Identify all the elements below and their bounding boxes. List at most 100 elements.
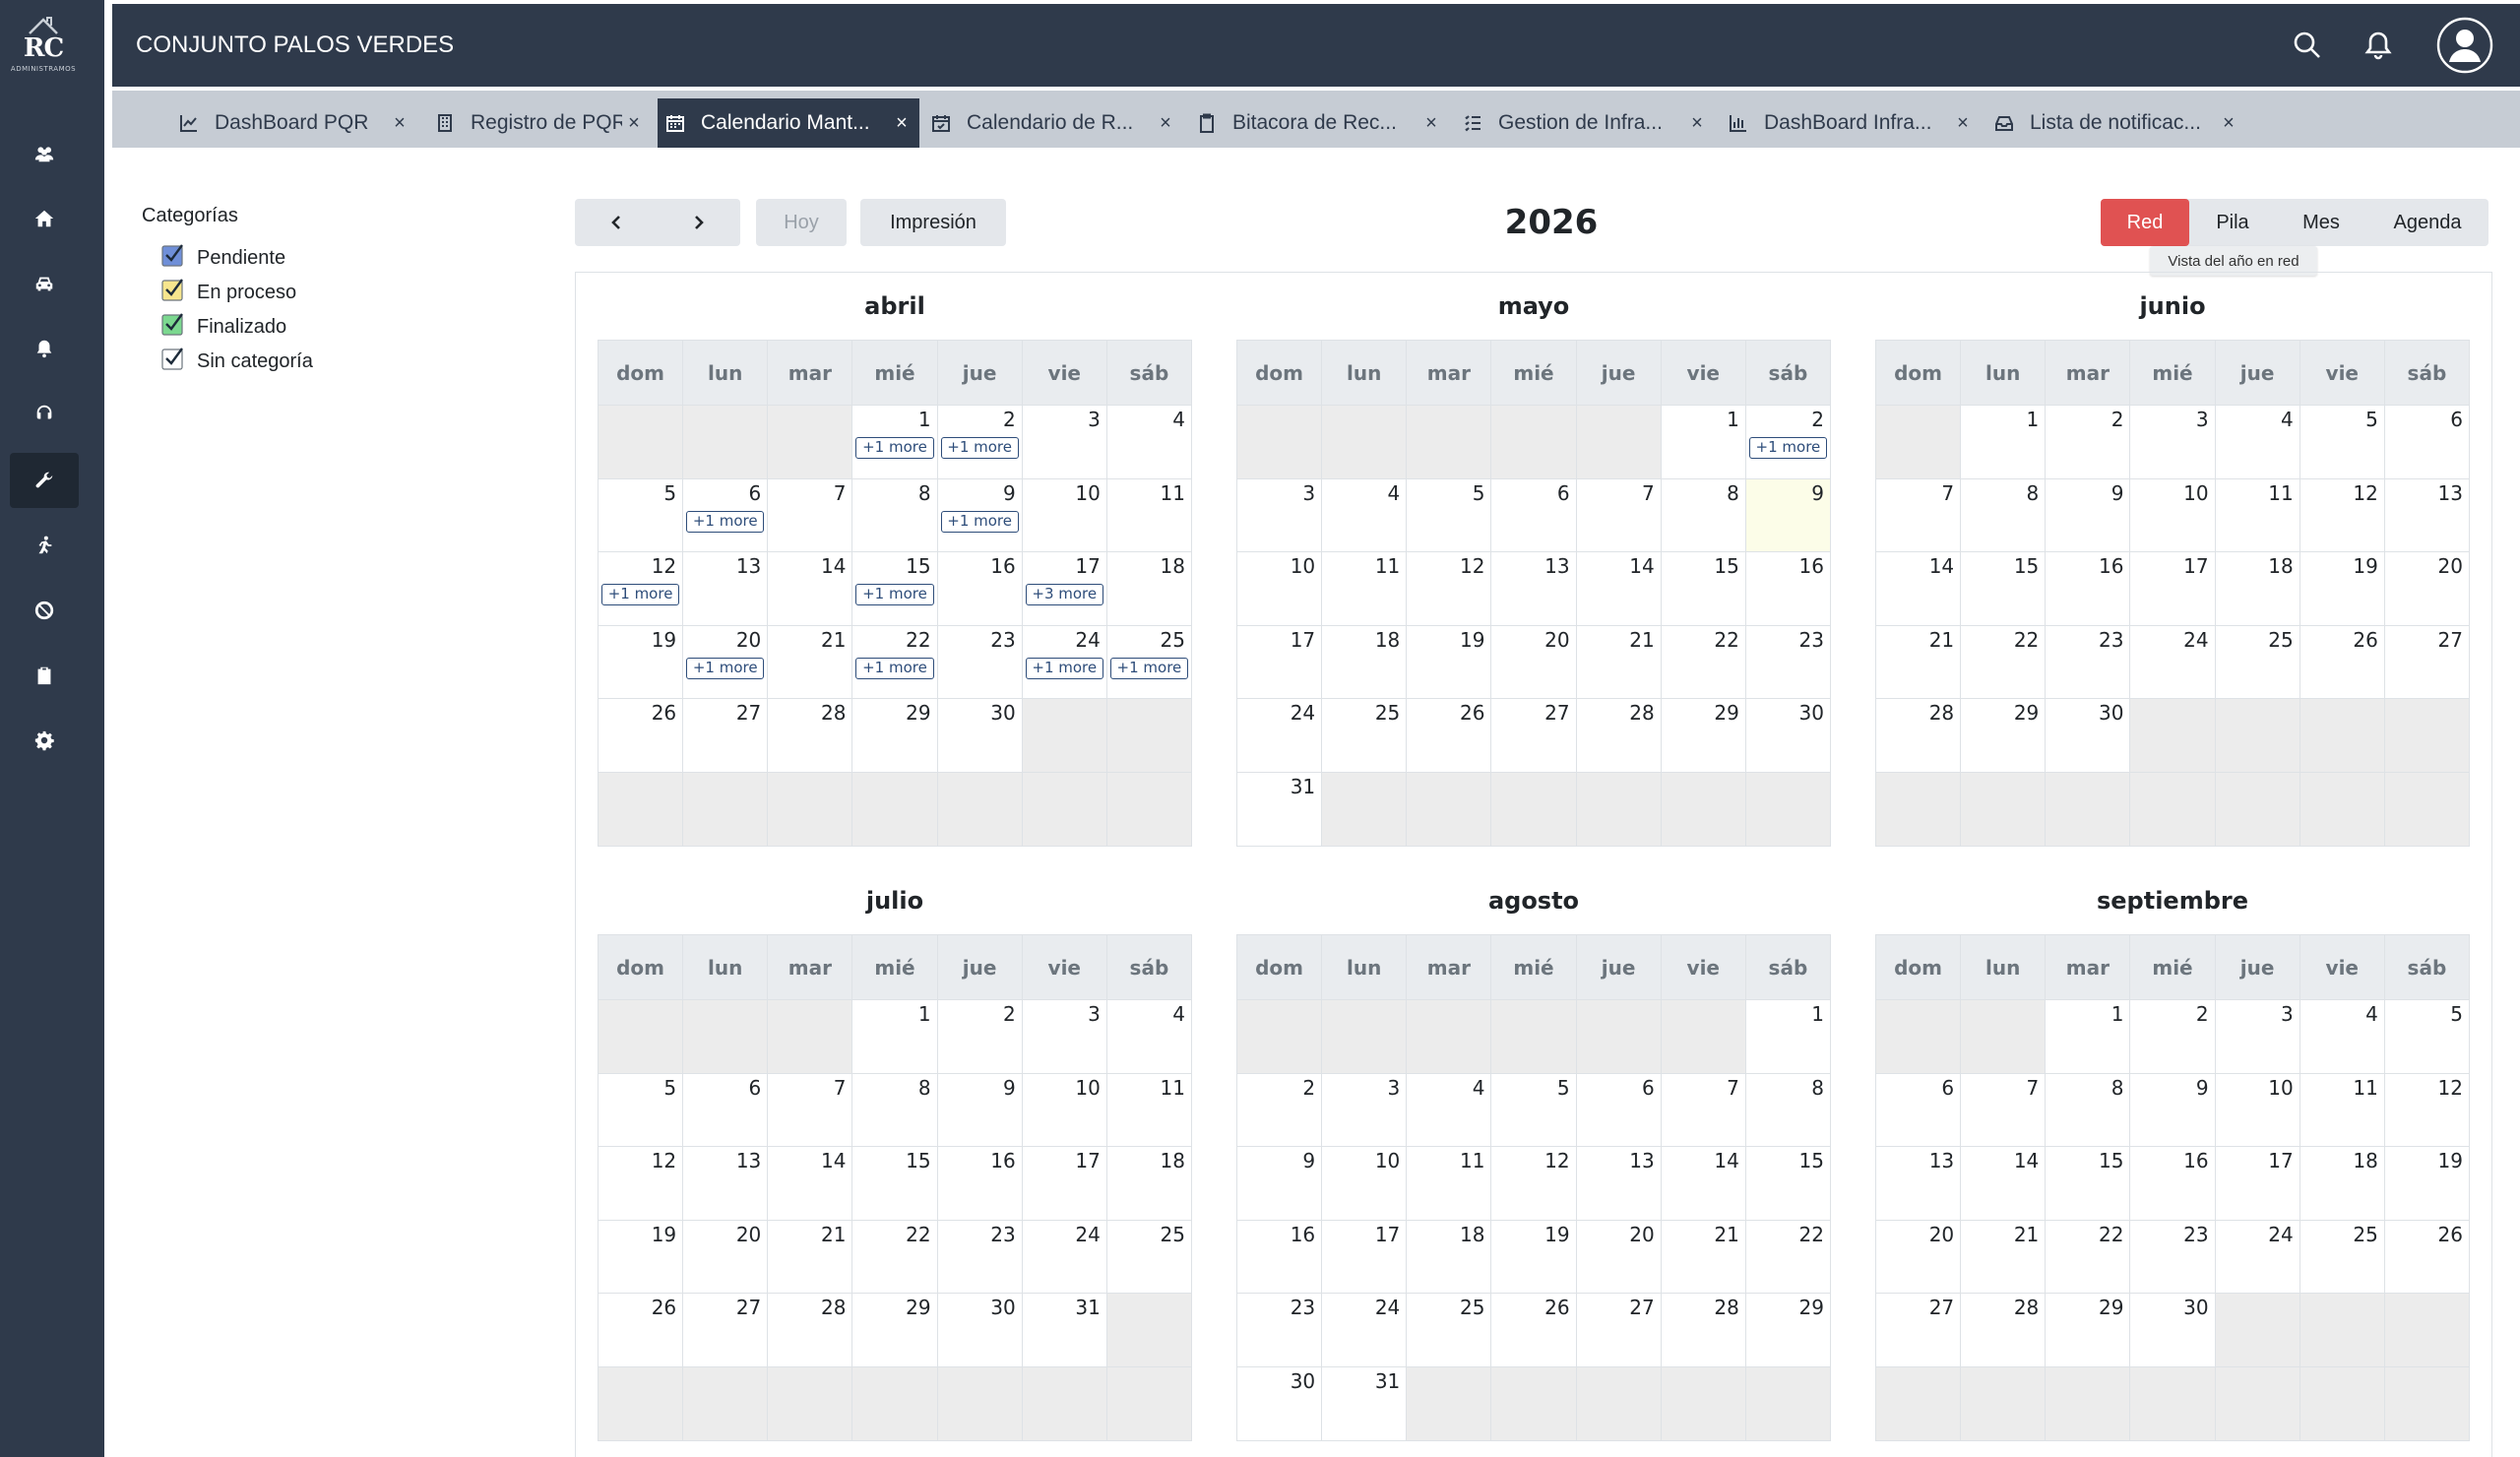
day-number[interactable]: 20 bbox=[1544, 628, 1569, 652]
close-icon[interactable]: × bbox=[388, 112, 411, 135]
nav-settings[interactable] bbox=[10, 713, 79, 768]
day-number[interactable]: 29 bbox=[906, 701, 930, 725]
day-cell[interactable]: 2 bbox=[2046, 406, 2131, 478]
day-number[interactable]: 23 bbox=[2183, 1223, 2208, 1246]
day-number[interactable]: 22 bbox=[906, 1223, 930, 1246]
day-number[interactable]: 16 bbox=[1799, 554, 1824, 578]
day-cell[interactable]: 7 bbox=[1876, 478, 1962, 551]
day-cell[interactable]: 24 bbox=[1322, 1294, 1408, 1366]
day-number[interactable]: 28 bbox=[1929, 701, 1954, 725]
day-cell[interactable]: 17 +3 more bbox=[1022, 552, 1107, 625]
category-checkbox[interactable] bbox=[161, 278, 185, 301]
notifications-button[interactable] bbox=[2357, 24, 2400, 67]
more-events-link[interactable]: +1 more bbox=[855, 437, 934, 459]
day-cell[interactable]: 6 +1 more bbox=[683, 478, 769, 551]
day-cell[interactable]: 20 bbox=[2384, 552, 2469, 625]
day-cell[interactable]: 11 bbox=[1106, 1073, 1191, 1146]
day-number[interactable]: 11 bbox=[1460, 1149, 1484, 1172]
day-number[interactable]: 27 bbox=[736, 1296, 761, 1319]
more-events-link[interactable]: +1 more bbox=[940, 510, 1019, 533]
day-number[interactable]: 4 bbox=[2281, 408, 2294, 431]
more-events-link[interactable]: +1 more bbox=[686, 510, 765, 533]
day-number[interactable]: 11 bbox=[1161, 481, 1185, 505]
day-cell[interactable]: 13 bbox=[683, 552, 769, 625]
day-number[interactable]: 11 bbox=[2268, 481, 2293, 505]
day-number[interactable]: 13 bbox=[1629, 1149, 1654, 1172]
day-cell[interactable]: 3 bbox=[1237, 478, 1323, 551]
day-cell[interactable]: 3 bbox=[1322, 1073, 1408, 1146]
day-cell[interactable]: 14 bbox=[768, 1147, 853, 1220]
day-number[interactable]: 26 bbox=[1460, 701, 1484, 725]
day-number[interactable]: 28 bbox=[821, 1296, 846, 1319]
day-cell[interactable]: 4 bbox=[2215, 406, 2300, 478]
day-number[interactable]: 29 bbox=[2014, 701, 2039, 725]
day-cell[interactable]: 16 bbox=[1745, 552, 1830, 625]
day-cell[interactable]: 27 bbox=[683, 1294, 769, 1366]
day-number[interactable]: 25 bbox=[1460, 1296, 1484, 1319]
day-cell[interactable]: 12 bbox=[1491, 1147, 1577, 1220]
day-cell[interactable]: 16 bbox=[2046, 552, 2131, 625]
more-events-link[interactable]: +1 more bbox=[1025, 657, 1103, 679]
day-cell[interactable]: 4 bbox=[1322, 478, 1408, 551]
close-icon[interactable]: × bbox=[2217, 112, 2240, 135]
day-cell[interactable]: 12 bbox=[1407, 552, 1492, 625]
day-number[interactable]: 8 bbox=[1811, 1076, 1824, 1100]
more-events-link[interactable]: +1 more bbox=[855, 657, 934, 679]
day-cell[interactable]: 5 bbox=[2300, 406, 2385, 478]
day-number[interactable]: 22 bbox=[2099, 1223, 2123, 1246]
day-number[interactable]: 9 bbox=[1811, 481, 1824, 505]
day-cell[interactable]: 13 bbox=[2384, 478, 2469, 551]
tab-dashboard-infra[interactable]: DashBoard Infra... × bbox=[1721, 98, 1981, 148]
day-number[interactable]: 24 bbox=[2183, 628, 2208, 652]
month-title[interactable]: junio bbox=[1875, 273, 2470, 330]
nav-activities[interactable] bbox=[10, 518, 79, 573]
day-cell[interactable]: 18 bbox=[2300, 1147, 2385, 1220]
day-cell[interactable]: 23 bbox=[937, 1220, 1023, 1293]
day-number[interactable]: 11 bbox=[2353, 1076, 2377, 1100]
day-number[interactable]: 23 bbox=[2099, 628, 2123, 652]
next-button[interactable] bbox=[658, 199, 740, 246]
day-number[interactable]: 10 bbox=[2183, 481, 2208, 505]
day-cell[interactable]: 13 bbox=[1491, 552, 1577, 625]
day-cell[interactable]: 29 bbox=[852, 699, 938, 772]
day-number[interactable]: 18 bbox=[1161, 1149, 1185, 1172]
day-cell[interactable]: 11 bbox=[2215, 478, 2300, 551]
today-button[interactable]: Hoy bbox=[756, 199, 847, 246]
search-button[interactable] bbox=[2286, 24, 2329, 67]
day-number[interactable]: 1 bbox=[918, 1002, 931, 1026]
day-cell[interactable]: 25 bbox=[1322, 699, 1408, 772]
day-number[interactable]: 28 bbox=[2014, 1296, 2039, 1319]
close-icon[interactable]: × bbox=[1154, 112, 1177, 135]
day-number[interactable]: 7 bbox=[1941, 481, 1954, 505]
day-number[interactable]: 31 bbox=[1375, 1369, 1400, 1393]
day-cell[interactable]: 1 bbox=[1745, 1000, 1830, 1073]
day-cell[interactable]: 7 bbox=[1576, 478, 1662, 551]
day-number[interactable]: 2 bbox=[1811, 408, 1824, 431]
day-cell[interactable]: 7 bbox=[768, 1073, 853, 1146]
day-number[interactable]: 18 bbox=[2353, 1149, 2377, 1172]
day-cell[interactable]: 26 bbox=[598, 699, 684, 772]
day-cell[interactable]: 26 bbox=[2384, 1220, 2469, 1293]
day-cell[interactable]: 18 bbox=[1322, 625, 1408, 698]
day-cell[interactable]: 19 bbox=[1407, 625, 1492, 698]
tab-lista-de-notificac[interactable]: Lista de notificac... × bbox=[1986, 98, 2246, 148]
day-cell[interactable]: 19 bbox=[2384, 1147, 2469, 1220]
day-number[interactable]: 13 bbox=[1544, 554, 1569, 578]
day-number[interactable]: 22 bbox=[2014, 628, 2039, 652]
day-number[interactable]: 19 bbox=[2353, 554, 2377, 578]
day-number[interactable]: 16 bbox=[990, 554, 1015, 578]
day-cell[interactable]: 16 bbox=[937, 1147, 1023, 1220]
day-cell[interactable]: 8 bbox=[1961, 478, 2047, 551]
day-number[interactable]: 11 bbox=[1375, 554, 1400, 578]
category-checkbox[interactable] bbox=[161, 347, 185, 370]
day-number[interactable]: 27 bbox=[736, 701, 761, 725]
day-number[interactable]: 24 bbox=[1375, 1296, 1400, 1319]
day-cell[interactable]: 22 bbox=[1961, 625, 2047, 698]
day-cell[interactable]: 30 bbox=[1745, 699, 1830, 772]
day-cell[interactable]: 25 bbox=[2215, 625, 2300, 698]
day-cell[interactable]: 2 bbox=[937, 1000, 1023, 1073]
day-cell[interactable]: 28 bbox=[768, 1294, 853, 1366]
day-number[interactable]: 27 bbox=[1629, 1296, 1654, 1319]
day-cell[interactable]: 25 bbox=[2300, 1220, 2385, 1293]
day-number[interactable]: 15 bbox=[906, 554, 930, 578]
